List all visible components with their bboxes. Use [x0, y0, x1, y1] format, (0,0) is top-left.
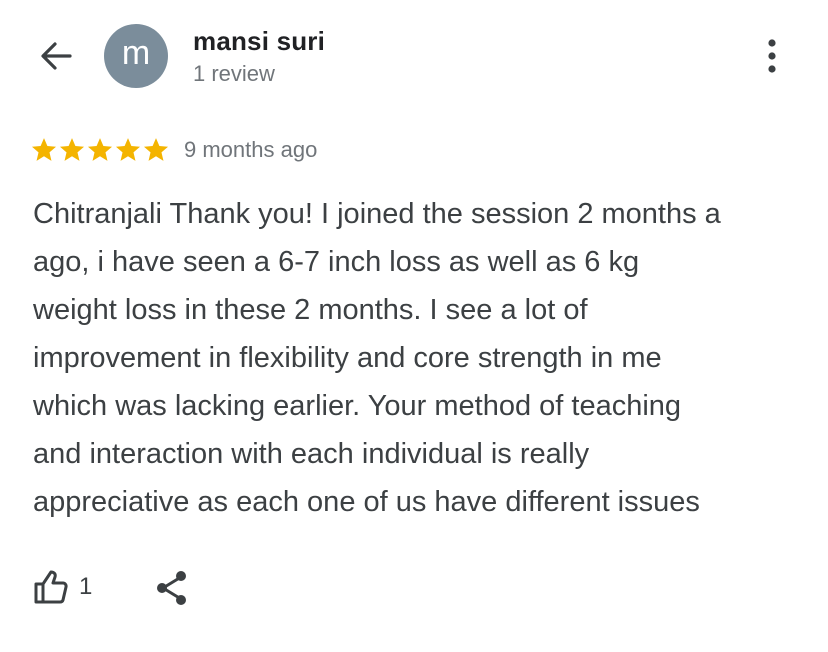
thumb-up-icon	[34, 570, 68, 604]
arrow-back-icon	[41, 42, 72, 70]
review-actions: 1	[30, 565, 192, 609]
star-icon	[87, 138, 113, 161]
more-vert-icon	[768, 39, 776, 73]
share-button[interactable]	[152, 567, 192, 607]
reviewer-review-count: 1 review	[193, 61, 275, 86]
avatar[interactable]: m	[104, 24, 168, 88]
back-button[interactable]	[30, 30, 82, 82]
star-icon	[31, 138, 57, 161]
reviewer-name[interactable]: mansi suri	[193, 26, 325, 57]
share-icon	[157, 571, 187, 605]
rating-row: 9 months ago	[30, 135, 317, 165]
avatar-letter: m	[121, 34, 151, 72]
more-options-button[interactable]	[746, 30, 798, 82]
like-count: 1	[79, 573, 93, 600]
review-text: Chitranjali Thank you! I joined the sess…	[33, 198, 721, 518]
star-icon	[115, 138, 141, 161]
review-time: 9 months ago	[184, 137, 318, 162]
star-icon	[143, 138, 169, 161]
review-header: m mansi suri 1 review	[0, 0, 828, 110]
like-button[interactable]: 1	[30, 567, 92, 607]
star-icon	[59, 138, 85, 161]
star-rating	[30, 136, 170, 164]
